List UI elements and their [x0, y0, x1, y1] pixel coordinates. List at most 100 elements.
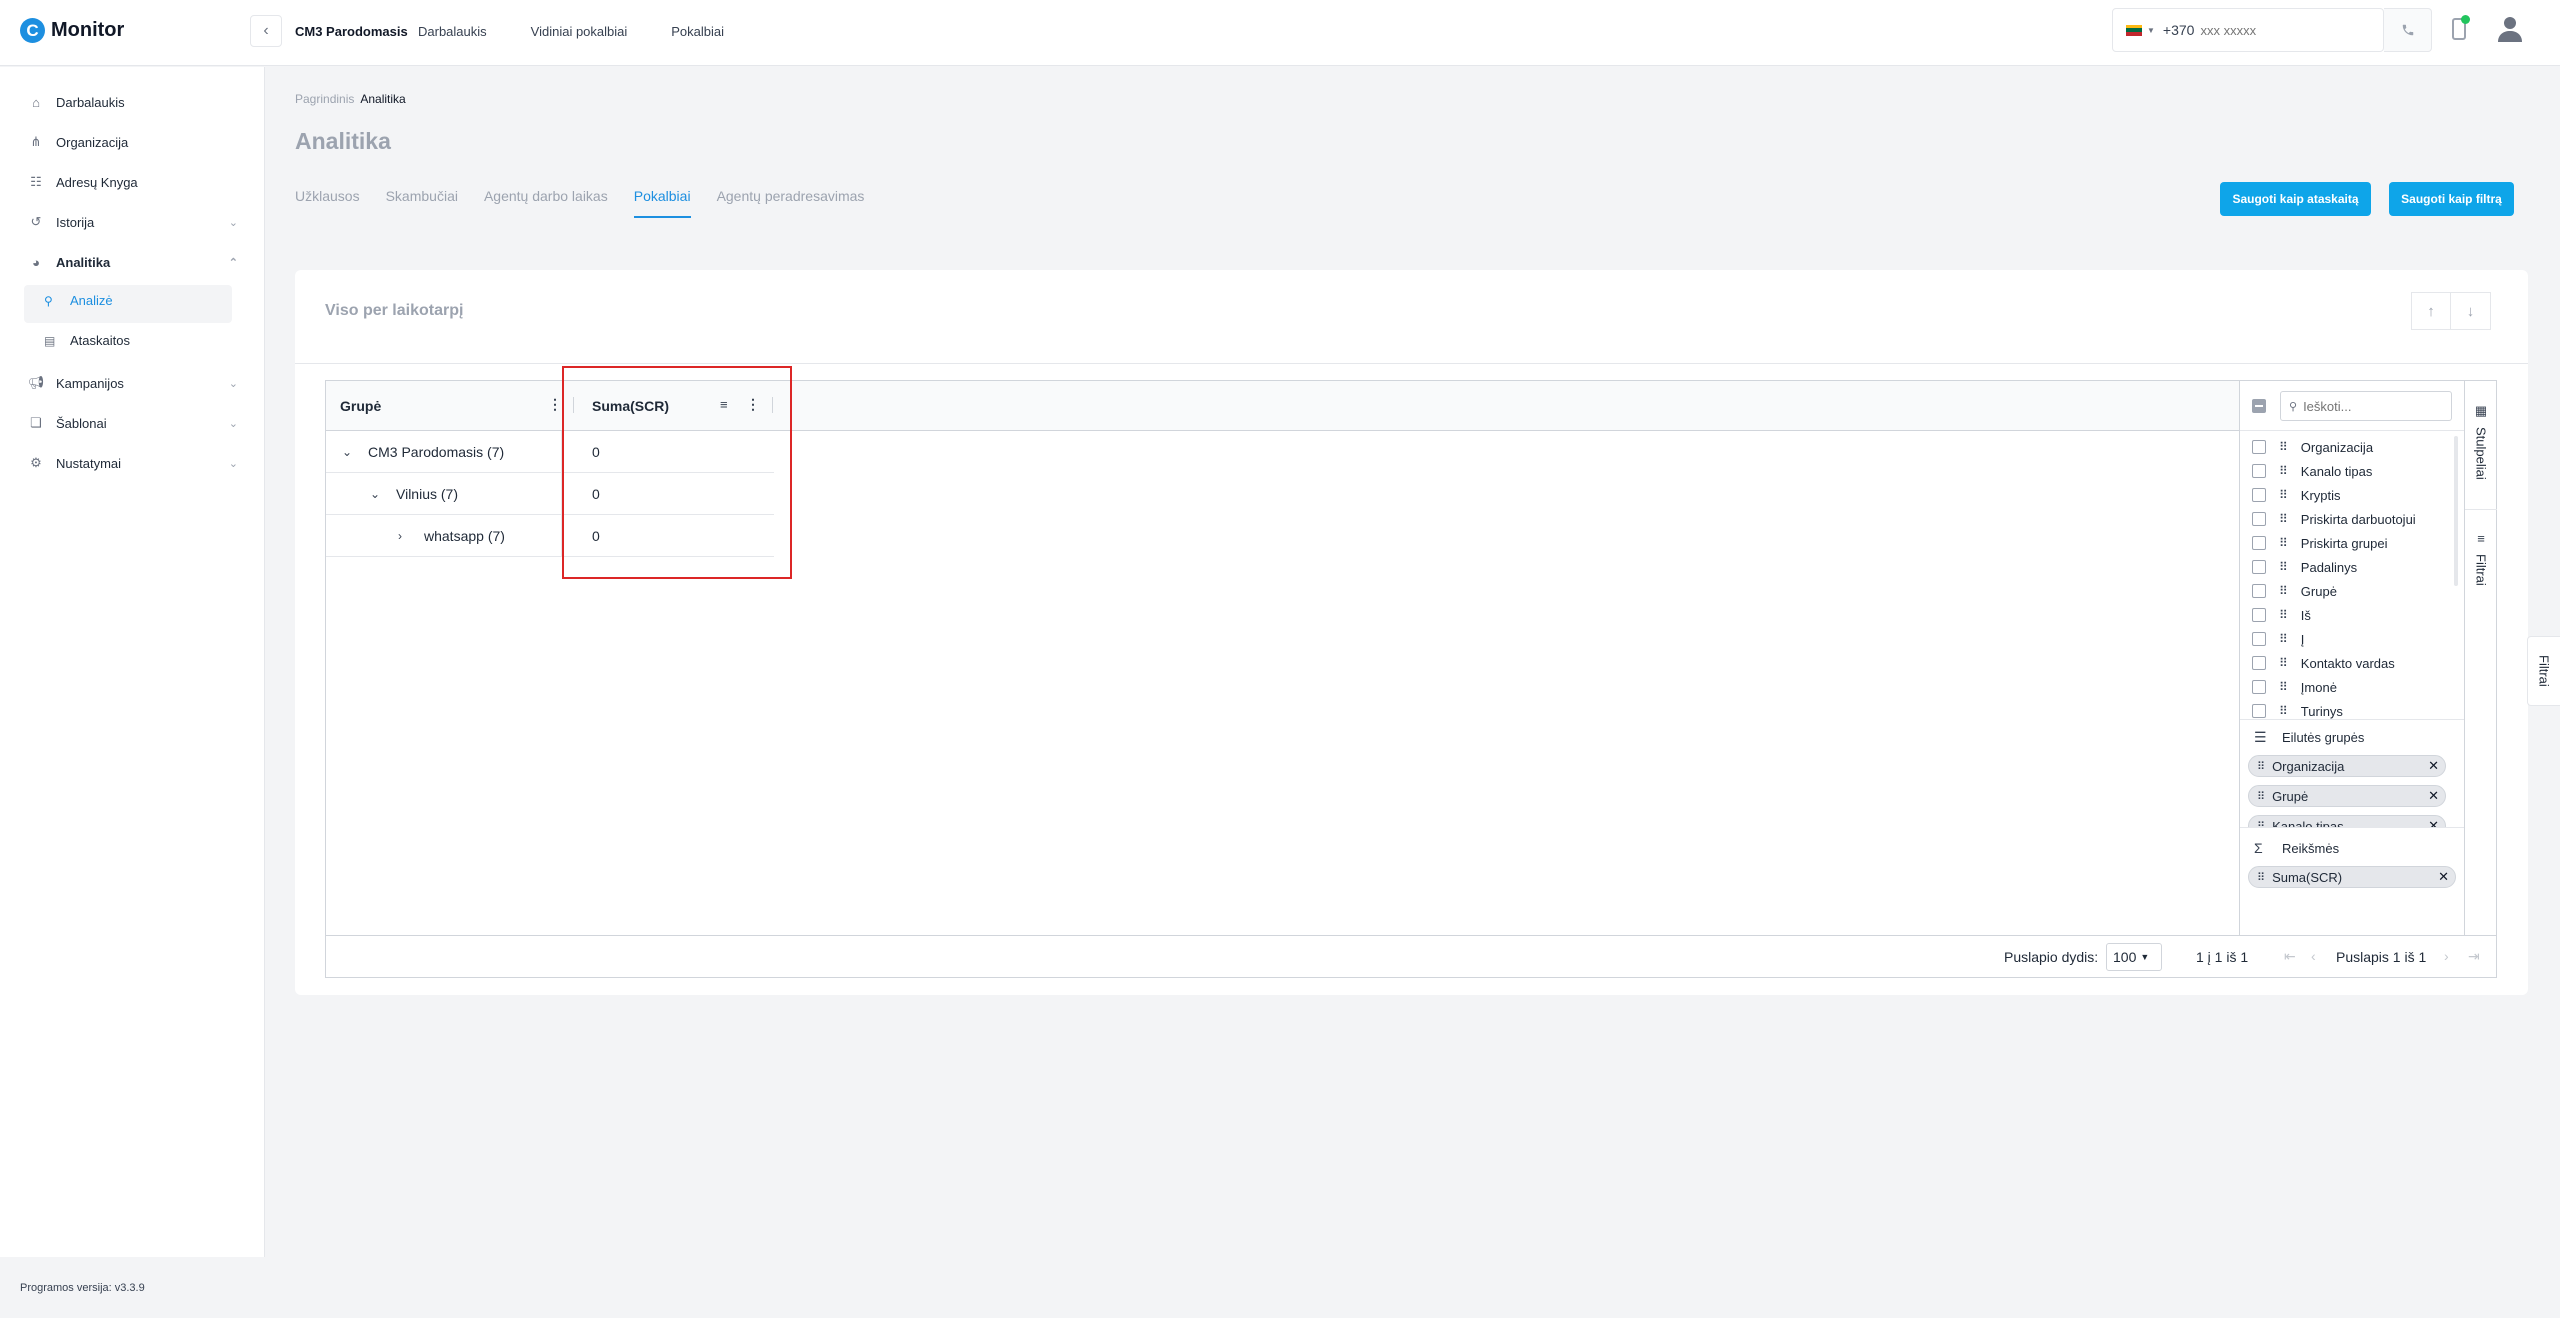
drag-handle-icon[interactable]: ⠿	[2257, 871, 2265, 884]
chevron-right-icon[interactable]: ›	[398, 529, 412, 543]
drag-handle-icon[interactable]: ⠿	[2279, 656, 2288, 670]
row-group-pill[interactable]: ⠿ Grupė ✕	[2248, 785, 2446, 807]
sidebar-item-sablonai[interactable]: ❏ Šablonai ⌄	[28, 415, 238, 431]
value-pill[interactable]: ⠿ Suma(SCR) ✕	[2248, 866, 2456, 888]
column-search-input[interactable]	[2303, 398, 2434, 414]
sidebar-subitem-ataskaitos[interactable]: ▤ Ataskaitos	[44, 333, 130, 348]
caret-down-icon[interactable]: ▼	[2147, 26, 2155, 35]
column-item[interactable]: ⠿ Įmonė	[2252, 675, 2337, 699]
column-checkbox[interactable]	[2252, 680, 2266, 694]
column-menu-icon[interactable]: ⋮	[548, 396, 562, 413]
sidebar-item-darbalaukis[interactable]: ⌂ Darbalaukis	[28, 94, 238, 110]
chevron-up-icon: ⌃	[228, 256, 238, 269]
column-checkbox[interactable]	[2252, 440, 2266, 454]
column-item[interactable]: ⠿ Kryptis	[2252, 483, 2341, 507]
column-checkbox[interactable]	[2252, 512, 2266, 526]
drag-handle-icon[interactable]: ⠿	[2279, 560, 2288, 574]
drag-handle-icon[interactable]: ⠿	[2257, 760, 2265, 773]
breadcrumb-home[interactable]: Pagrindinis	[295, 92, 354, 106]
column-checkbox[interactable]	[2252, 584, 2266, 598]
close-icon[interactable]: ✕	[2428, 758, 2439, 774]
close-icon[interactable]: ✕	[2438, 869, 2449, 885]
last-page-icon[interactable]: ⇥	[2468, 948, 2480, 965]
device-status-icon[interactable]	[2452, 15, 2470, 40]
drag-handle-icon[interactable]: ⠿	[2279, 512, 2288, 526]
floating-filters-tab[interactable]: Filtrai	[2527, 636, 2560, 706]
drag-handle-icon[interactable]: ⠿	[2279, 632, 2288, 646]
drag-handle-icon[interactable]: ⠿	[2279, 488, 2288, 502]
sidebar-item-adresu-knyga[interactable]: ☷ Adresų Knyga	[28, 174, 238, 190]
sidebar-item-label: Nustatymai	[56, 455, 122, 471]
column-item[interactable]: ⠿ Grupė	[2252, 579, 2337, 603]
column-checkbox[interactable]	[2252, 704, 2266, 718]
drag-handle-icon[interactable]: ⠿	[2257, 820, 2265, 828]
tab-uzklausos[interactable]: Užklausos	[295, 188, 360, 218]
tab-agentu-darbo-laikas[interactable]: Agentų darbo laikas	[484, 188, 608, 218]
arrow-down-icon[interactable]: ↓	[2451, 292, 2491, 330]
column-item[interactable]: ⠿ Kontakto vardas	[2252, 651, 2395, 675]
arrow-up-icon[interactable]: ↑	[2411, 292, 2451, 330]
sidebar-subitem-label: Ataskaitos	[70, 333, 130, 348]
tab-skambuciai[interactable]: Skambučiai	[386, 188, 458, 218]
column-item[interactable]: ⠿ Į	[2252, 627, 2304, 651]
sidebar-item-organizacija[interactable]: ⋔ Organizacija	[28, 134, 238, 150]
column-checkbox[interactable]	[2252, 608, 2266, 622]
column-item-label: Į	[2300, 631, 2305, 647]
select-all-checkbox[interactable]	[2252, 399, 2266, 413]
drag-handle-icon[interactable]: ⠿	[2279, 464, 2288, 478]
column-checkbox[interactable]	[2252, 656, 2266, 670]
sidebar-item-kampanijos[interactable]: 📢︎ Kampanijos ⌄	[28, 375, 238, 391]
column-item[interactable]: ⠿ Priskirta grupei	[2252, 531, 2388, 555]
app-logo[interactable]: C Monitor	[20, 18, 124, 43]
page-size-select[interactable]: 100 ▼	[2106, 943, 2162, 971]
column-item[interactable]: ⠿ Padalinys	[2252, 555, 2357, 579]
side-tab-columns[interactable]: ▦ Stulpeliai	[2465, 403, 2497, 480]
user-avatar-icon[interactable]	[2498, 16, 2522, 42]
row-group-pill[interactable]: ⠿ Organizacija ✕	[2248, 755, 2446, 777]
drag-handle-icon[interactable]: ⠿	[2279, 440, 2288, 454]
side-tab-filters[interactable]: ≡ Filtrai	[2465, 531, 2497, 586]
divider	[2465, 509, 2497, 510]
chevron-down-icon[interactable]: ⌄	[370, 487, 384, 501]
column-checkbox[interactable]	[2252, 488, 2266, 502]
drag-handle-icon[interactable]: ⠿	[2279, 704, 2288, 718]
save-report-button[interactable]: Saugoti kaip ataskaitą	[2220, 182, 2371, 216]
sidebar-item-istorija[interactable]: ↺ Istorija ⌄	[28, 214, 238, 230]
phone-number-input[interactable]	[2200, 22, 2361, 38]
column-item[interactable]: ⠿ Organizacija	[2252, 435, 2373, 459]
column-checkbox[interactable]	[2252, 560, 2266, 574]
drag-handle-icon[interactable]: ⠿	[2279, 536, 2288, 550]
header-grupe[interactable]: Grupė	[340, 381, 381, 431]
save-filter-button[interactable]: Saugoti kaip filtrą	[2389, 182, 2514, 216]
column-checkbox[interactable]	[2252, 536, 2266, 550]
collapse-sidebar-button[interactable]: ‹	[250, 15, 282, 47]
sidebar-subitem-analize[interactable]: ⚲ Analizė	[44, 293, 113, 308]
topnav-darbalaukis[interactable]: Darbalaukis	[418, 24, 487, 39]
first-page-icon[interactable]: ⇤	[2284, 948, 2296, 965]
tab-pokalbiai[interactable]: Pokalbiai	[633, 188, 691, 218]
topnav-pokalbiai[interactable]: Pokalbiai	[671, 24, 724, 39]
topnav-vidiniai-pokalbiai[interactable]: Vidiniai pokalbiai	[531, 24, 628, 39]
sidebar-item-analitika[interactable]: ◕ Analitika ⌃	[28, 254, 238, 270]
drag-handle-icon[interactable]: ⠿	[2279, 608, 2288, 622]
call-button[interactable]	[2384, 8, 2432, 52]
column-list-scrollbar[interactable]	[2454, 436, 2458, 586]
column-checkbox[interactable]	[2252, 464, 2266, 478]
drag-handle-icon[interactable]: ⠿	[2279, 680, 2288, 694]
close-icon[interactable]: ✕	[2428, 818, 2439, 827]
row-group-pill[interactable]: ⠿ Kanalo tipas ✕	[2248, 815, 2446, 827]
close-icon[interactable]: ✕	[2428, 788, 2439, 804]
column-item[interactable]: ⠿ Iš	[2252, 603, 2311, 627]
column-checkbox[interactable]	[2252, 632, 2266, 646]
tab-agentu-peradresavimas[interactable]: Agentų peradresavimas	[717, 188, 865, 218]
sidebar-item-nustatymai[interactable]: ⚙ Nustatymai ⌄	[28, 455, 238, 471]
column-item[interactable]: ⠿ Turinys	[2252, 699, 2343, 719]
next-page-icon[interactable]: ›	[2444, 948, 2449, 964]
column-item[interactable]: ⠿ Kanalo tipas	[2252, 459, 2372, 483]
chevron-down-icon[interactable]: ⌄	[342, 445, 356, 459]
column-item[interactable]: ⠿ Priskirta darbuotojui	[2252, 507, 2416, 531]
prev-page-icon[interactable]: ‹	[2311, 948, 2316, 964]
drag-handle-icon[interactable]: ⠿	[2279, 584, 2288, 598]
drag-handle-icon[interactable]: ⠿	[2257, 790, 2265, 803]
lithuania-flag-icon[interactable]	[2126, 24, 2142, 36]
